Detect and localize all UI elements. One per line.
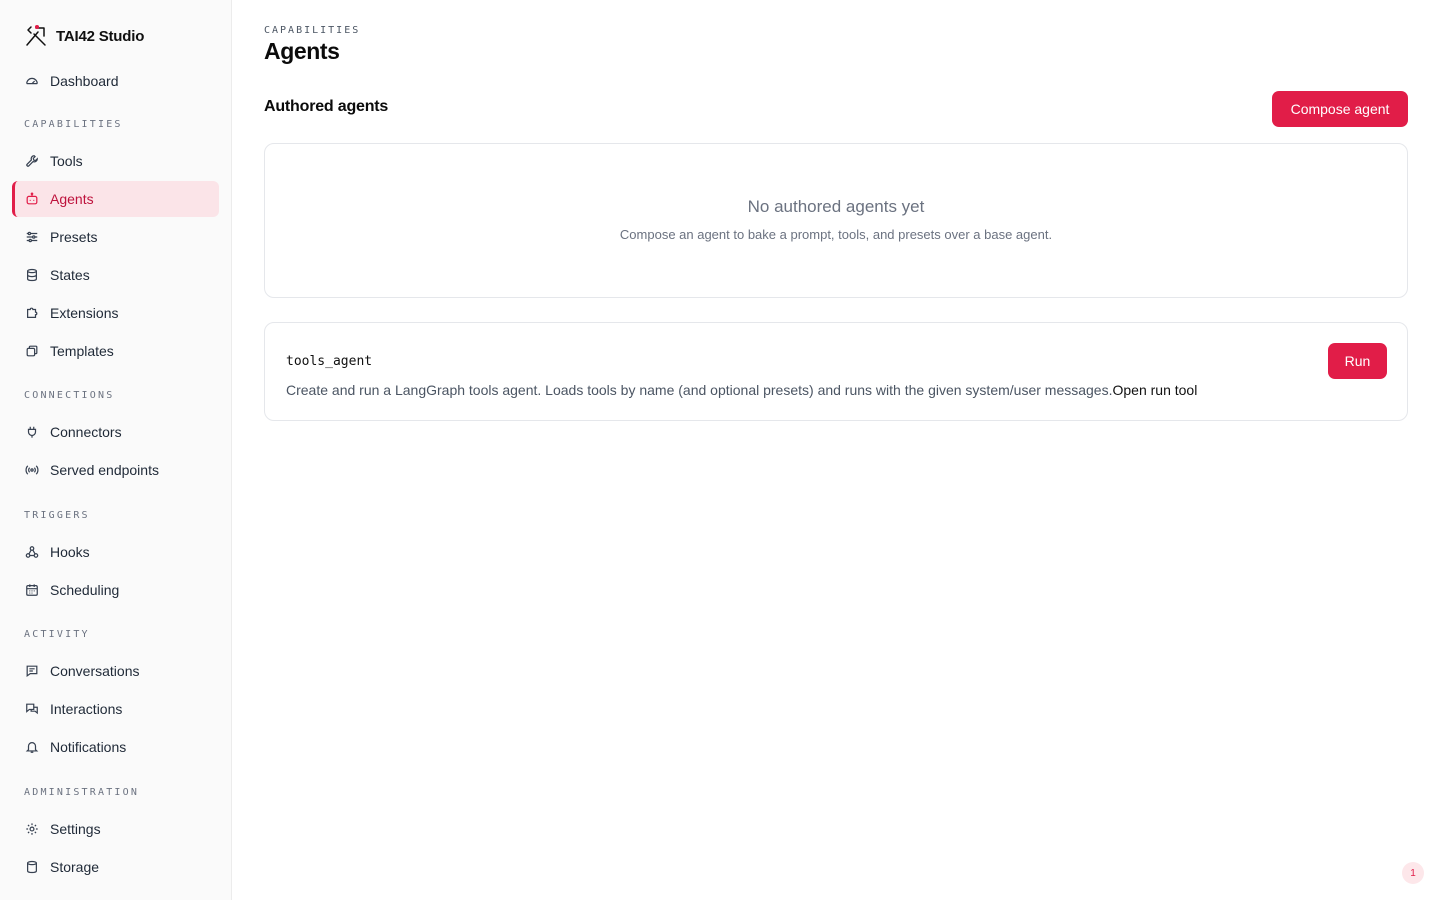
run-button[interactable]: Run (1328, 343, 1387, 379)
message-square-icon (24, 663, 40, 679)
nav-section-triggers: TRIGGERS (24, 510, 90, 521)
sidebar-item-dashboard[interactable]: Dashboard (12, 63, 219, 99)
sidebar-item-label: Templates (50, 343, 114, 359)
sidebar-item-label: Conversations (50, 663, 140, 679)
sidebar-item-agents[interactable]: Agents (12, 181, 219, 217)
sidebar-item-served-endpoints[interactable]: Served endpoints (12, 452, 219, 488)
sidebar-item-label: Storage (50, 859, 100, 875)
brand[interactable]: TAI42 Studio (24, 24, 144, 48)
sidebar-item-settings[interactable]: Settings (12, 811, 219, 847)
page-eyebrow: CAPABILITIES (264, 25, 361, 36)
page-title: Agents (264, 38, 340, 64)
bot-icon (24, 191, 40, 207)
database-icon (24, 267, 40, 283)
sidebar-item-conversations[interactable]: Conversations (12, 653, 219, 689)
empty-state-card: No authored agents yet Compose an agent … (264, 143, 1408, 298)
sidebar: TAI42 Studio Dashboard CAPABILITIES Tool… (0, 0, 232, 900)
sidebar-item-notifications[interactable]: Notifications (12, 729, 219, 765)
agent-description-text: Create and run a LangGraph tools agent. … (286, 382, 1113, 398)
sidebar-item-label: Tools (50, 153, 83, 169)
plug-icon (24, 424, 40, 440)
sidebar-item-label: Extensions (50, 305, 119, 321)
empty-state-title: No authored agents yet (747, 197, 925, 216)
sidebar-item-label: Served endpoints (50, 462, 159, 478)
bell-icon (24, 739, 40, 755)
notification-badge[interactable]: 1 (1402, 862, 1424, 884)
nav-section-capabilities: CAPABILITIES (24, 119, 123, 130)
sidebar-item-connectors[interactable]: Connectors (12, 414, 219, 450)
sidebar-item-extensions[interactable]: Extensions (12, 295, 219, 331)
nav-section-connections: CONNECTIONS (24, 390, 115, 401)
sidebar-item-label: Connectors (50, 424, 122, 440)
compose-agent-button[interactable]: Compose agent (1272, 91, 1408, 127)
sidebar-item-presets[interactable]: Presets (12, 219, 219, 255)
webhook-icon (24, 544, 40, 560)
gear-icon (24, 821, 40, 837)
sidebar-item-states[interactable]: States (12, 257, 219, 293)
calendar-icon (24, 582, 40, 598)
sidebar-item-label: Interactions (50, 701, 123, 717)
agent-card: tools_agent Create and run a LangGraph t… (264, 322, 1408, 421)
tools-cross-icon (24, 24, 48, 48)
sidebar-item-label: Dashboard (50, 73, 119, 89)
sidebar-item-interactions[interactable]: Interactions (12, 691, 219, 727)
agent-name: tools_agent (286, 354, 373, 369)
empty-state-subtitle: Compose an agent to bake a prompt, tools… (619, 227, 1053, 242)
messages-icon (24, 701, 40, 717)
sidebar-item-storage[interactable]: Storage (12, 849, 219, 885)
sidebar-item-label: Notifications (50, 739, 127, 755)
sidebar-item-label: Agents (50, 191, 94, 207)
sidebar-item-label: Settings (50, 821, 101, 837)
sidebar-item-label: Presets (50, 229, 98, 245)
agent-description: Create and run a LangGraph tools agent. … (286, 382, 1197, 398)
sidebar-item-scheduling[interactable]: Scheduling (12, 572, 219, 608)
brand-name: TAI42 Studio (56, 27, 145, 45)
copy-icon (24, 343, 40, 359)
nav-section-activity: ACTIVITY (24, 629, 90, 640)
nav-section-administration: ADMINISTRATION (24, 787, 140, 798)
sidebar-item-label: Hooks (50, 544, 90, 560)
puzzle-icon (24, 305, 40, 321)
database-icon (24, 859, 40, 875)
wrench-icon (24, 153, 40, 169)
sidebar-item-hooks[interactable]: Hooks (12, 534, 219, 570)
sliders-icon (24, 229, 40, 245)
sidebar-item-tools[interactable]: Tools (12, 143, 219, 179)
sidebar-item-label: States (50, 267, 90, 283)
sidebar-item-label: Scheduling (50, 582, 120, 598)
section-title: Authored agents (264, 98, 389, 115)
gauge-icon (24, 73, 40, 89)
open-run-tool-link[interactable]: Open run tool (1112, 382, 1197, 398)
app-root: TAI42 Studio Dashboard CAPABILITIES Tool… (0, 0, 1440, 900)
sidebar-nav: Dashboard CAPABILITIES Tools Agents Pres… (12, 63, 219, 887)
radio-icon (24, 462, 40, 478)
main-content: CAPABILITIES Agents Authored agents Comp… (232, 0, 1440, 900)
sidebar-item-templates[interactable]: Templates (12, 333, 219, 369)
